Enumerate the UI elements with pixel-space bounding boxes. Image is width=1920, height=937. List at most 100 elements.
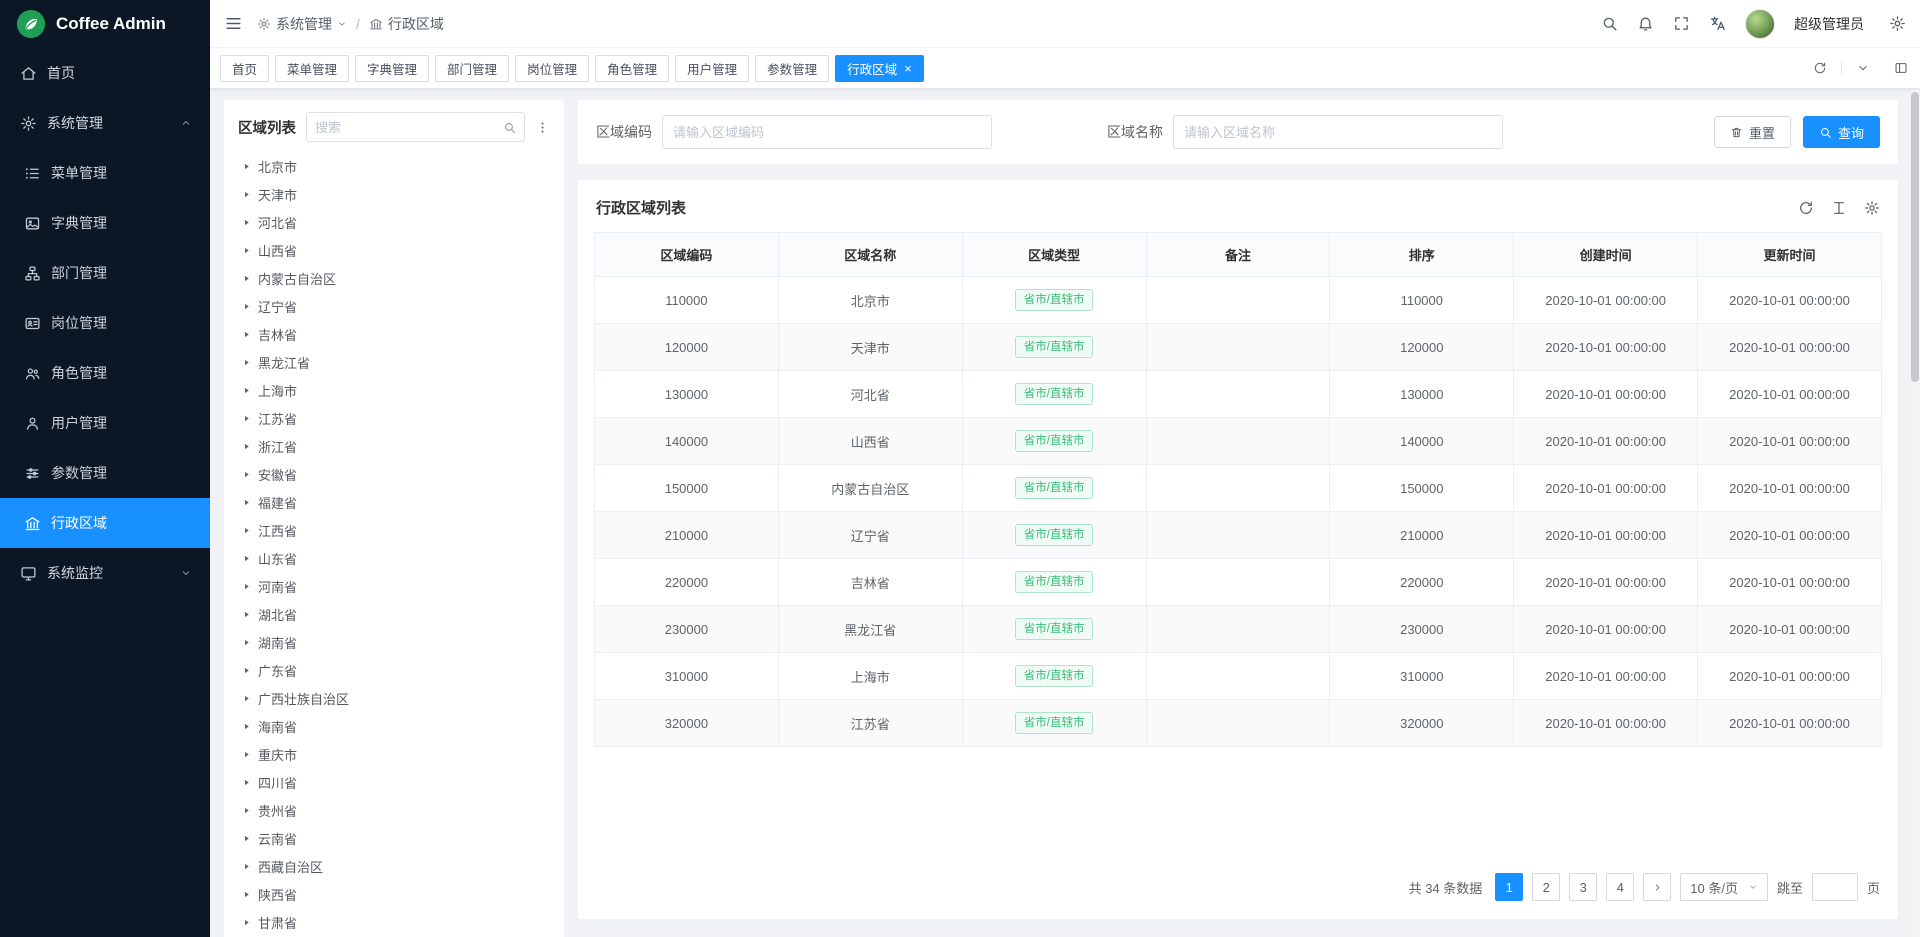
page-tab[interactable]: 岗位管理 × <box>515 55 589 82</box>
tree-item[interactable]: 上海市 <box>238 376 550 404</box>
breadcrumb-item-system[interactable]: 系统管理 <box>257 14 347 34</box>
tree-item[interactable]: 浙江省 <box>238 432 550 460</box>
sidebar-sub-item[interactable]: 用户管理 <box>0 398 210 448</box>
page-tab[interactable]: 部门管理 × <box>435 55 509 82</box>
user-avatar[interactable] <box>1745 9 1775 39</box>
reset-button[interactable]: 重置 <box>1714 116 1791 148</box>
region-name-input[interactable] <box>1173 115 1503 149</box>
page-tab[interactable]: 字典管理 × <box>355 55 429 82</box>
tree-item[interactable]: 甘肃省 <box>238 908 550 936</box>
table-row[interactable]: 230000 黑龙江省 省市/直辖市 230000 2020-10-01 00:… <box>595 606 1882 653</box>
tree-item[interactable]: 贵州省 <box>238 796 550 824</box>
table-row[interactable]: 220000 吉林省 省市/直辖市 220000 2020-10-01 00:0… <box>595 559 1882 606</box>
sidebar-sub-item[interactable]: 岗位管理 <box>0 298 210 348</box>
tree-item[interactable]: 内蒙古自治区 <box>238 264 550 292</box>
table-settings-icon[interactable] <box>1864 200 1880 216</box>
tree-item[interactable]: 河北省 <box>238 208 550 236</box>
page-tab[interactable]: 菜单管理 × <box>275 55 349 82</box>
tree-item[interactable]: 海南省 <box>238 712 550 740</box>
sidebar-sub-item[interactable]: 菜单管理 <box>0 148 210 198</box>
table-row[interactable]: 320000 江苏省 省市/直辖市 320000 2020-10-01 00:0… <box>595 700 1882 747</box>
page-button[interactable]: 1 <box>1495 873 1523 901</box>
table-row[interactable]: 150000 内蒙古自治区 省市/直辖市 150000 2020-10-01 0… <box>595 465 1882 512</box>
settings-gear-icon[interactable] <box>1889 15 1906 32</box>
sidebar-sub-item[interactable]: 字典管理 <box>0 198 210 248</box>
tree-item[interactable]: 重庆市 <box>238 740 550 768</box>
column-header[interactable]: 区域名称 <box>778 233 962 277</box>
tree-item[interactable]: 江西省 <box>238 516 550 544</box>
tree-search-input[interactable] <box>315 120 497 135</box>
page-button[interactable]: 3 <box>1569 873 1597 901</box>
column-header[interactable]: 备注 <box>1146 233 1330 277</box>
sidebar-sub-item[interactable]: 参数管理 <box>0 448 210 498</box>
tree-item[interactable]: 黑龙江省 <box>238 348 550 376</box>
page-tab[interactable]: 用户管理 × <box>675 55 749 82</box>
tree-item[interactable]: 西藏自治区 <box>238 852 550 880</box>
sidebar-group-system-management[interactable]: 系统管理 <box>0 98 210 148</box>
fullscreen-icon[interactable] <box>1673 15 1690 32</box>
table-refresh-icon[interactable] <box>1798 200 1814 216</box>
search-icon[interactable] <box>503 121 516 134</box>
page-tab[interactable]: 行政区域 × <box>835 55 924 82</box>
page-tab[interactable]: 首页 × <box>220 55 269 82</box>
column-header[interactable]: 创建时间 <box>1514 233 1698 277</box>
column-header[interactable]: 区域类型 <box>962 233 1146 277</box>
tree-item[interactable]: 江苏省 <box>238 404 550 432</box>
table-row[interactable]: 120000 天津市 省市/直辖市 120000 2020-10-01 00:0… <box>595 324 1882 371</box>
table-row[interactable]: 140000 山西省 省市/直辖市 140000 2020-10-01 00:0… <box>595 418 1882 465</box>
tree-item[interactable]: 四川省 <box>238 768 550 796</box>
tree-item[interactable]: 北京市 <box>238 152 550 180</box>
tree-item[interactable]: 广东省 <box>238 656 550 684</box>
content-expand-icon[interactable] <box>1894 61 1908 75</box>
sidebar-toggle-icon[interactable] <box>224 14 243 33</box>
region-code-input[interactable] <box>662 115 992 149</box>
page-size-select[interactable]: 10 条/页 <box>1680 873 1768 901</box>
search-icon[interactable] <box>1601 15 1618 32</box>
pagination-total: 共 34 条数据 <box>1409 878 1483 897</box>
page-tab[interactable]: 角色管理 × <box>595 55 669 82</box>
column-header[interactable]: 更新时间 <box>1698 233 1882 277</box>
tree-item[interactable]: 山东省 <box>238 544 550 572</box>
tree-item[interactable]: 湖北省 <box>238 600 550 628</box>
tree-item[interactable]: 吉林省 <box>238 320 550 348</box>
chevron-right-icon <box>1652 882 1663 893</box>
tab-close-icon[interactable]: × <box>904 62 912 75</box>
tree-item[interactable]: 广西壮族自治区 <box>238 684 550 712</box>
table-row[interactable]: 310000 上海市 省市/直辖市 310000 2020-10-01 00:0… <box>595 653 1882 700</box>
sidebar-item-home[interactable]: 首页 <box>0 48 210 98</box>
sidebar-sub-item[interactable]: 角色管理 <box>0 348 210 398</box>
tree-item[interactable]: 湖南省 <box>238 628 550 656</box>
jump-page-input[interactable] <box>1812 873 1858 901</box>
sidebar-sub-item[interactable]: 行政区域 <box>0 498 210 548</box>
tree-item[interactable]: 天津市 <box>238 180 550 208</box>
bell-icon[interactable] <box>1637 15 1654 32</box>
table-row[interactable]: 110000 北京市 省市/直辖市 110000 2020-10-01 00:0… <box>595 277 1882 324</box>
page-scrollbar[interactable] <box>1911 90 1919 937</box>
table-row[interactable]: 210000 辽宁省 省市/直辖市 210000 2020-10-01 00:0… <box>595 512 1882 559</box>
page-tab[interactable]: 参数管理 × <box>755 55 829 82</box>
tree-item[interactable]: 山西省 <box>238 236 550 264</box>
tree-item-label: 海南省 <box>258 717 297 736</box>
tree-item[interactable]: 辽宁省 <box>238 292 550 320</box>
column-header[interactable]: 排序 <box>1330 233 1514 277</box>
column-header[interactable]: 区域编码 <box>595 233 779 277</box>
tabs-menu-chevron-icon[interactable] <box>1856 61 1870 75</box>
sidebar-group-system-monitor[interactable]: 系统监控 <box>0 548 210 598</box>
tree-item[interactable]: 安徽省 <box>238 460 550 488</box>
tree-item[interactable]: 河南省 <box>238 572 550 600</box>
scrollbar-thumb[interactable] <box>1911 92 1919 382</box>
translate-icon[interactable] <box>1709 15 1726 32</box>
search-button[interactable]: 查询 <box>1803 116 1880 148</box>
tabs-refresh-icon[interactable] <box>1813 61 1827 75</box>
region-type-badge: 省市/直辖市 <box>1015 383 1094 406</box>
tree-item[interactable]: 福建省 <box>238 488 550 516</box>
tree-item[interactable]: 陕西省 <box>238 880 550 908</box>
table-row[interactable]: 130000 河北省 省市/直辖市 130000 2020-10-01 00:0… <box>595 371 1882 418</box>
sidebar-sub-item[interactable]: 部门管理 <box>0 248 210 298</box>
page-button[interactable]: 4 <box>1606 873 1634 901</box>
tree-more-icon[interactable] <box>535 120 550 135</box>
column-height-icon[interactable] <box>1831 200 1847 216</box>
tree-item[interactable]: 云南省 <box>238 824 550 852</box>
next-page-button[interactable] <box>1643 873 1671 901</box>
page-button[interactable]: 2 <box>1532 873 1560 901</box>
